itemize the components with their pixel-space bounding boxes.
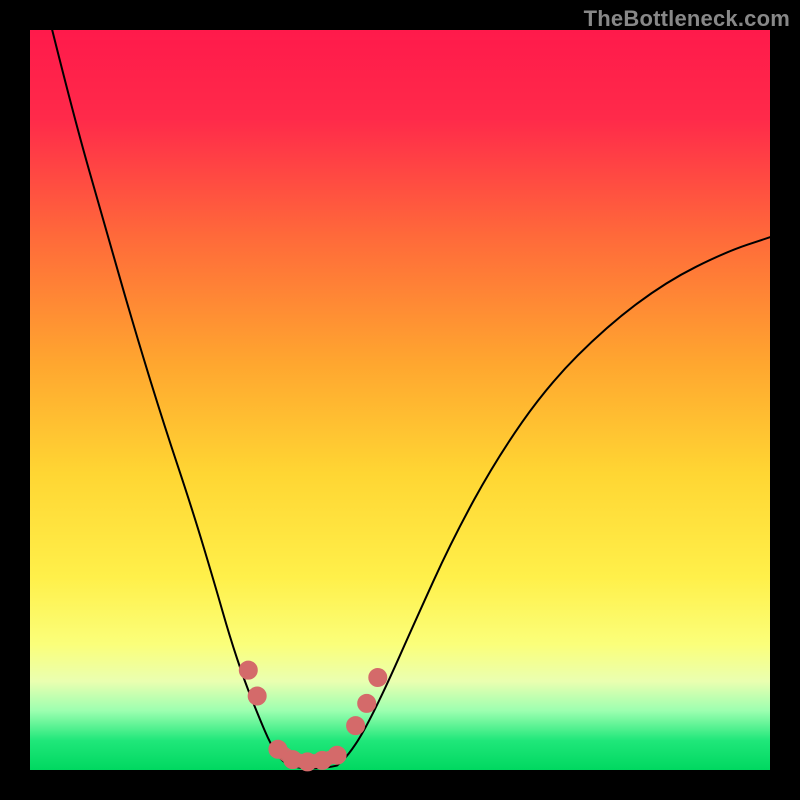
data-marker: [358, 694, 376, 712]
valley-curve: [52, 30, 770, 769]
data-marker: [239, 661, 257, 679]
marker-group: [239, 661, 386, 771]
chart-stage: TheBottleneck.com: [0, 0, 800, 800]
curve-layer: [30, 30, 770, 770]
data-marker: [347, 717, 365, 735]
data-marker: [248, 687, 266, 705]
data-marker: [369, 669, 387, 687]
watermark-text: TheBottleneck.com: [584, 6, 790, 32]
data-marker: [328, 746, 346, 764]
